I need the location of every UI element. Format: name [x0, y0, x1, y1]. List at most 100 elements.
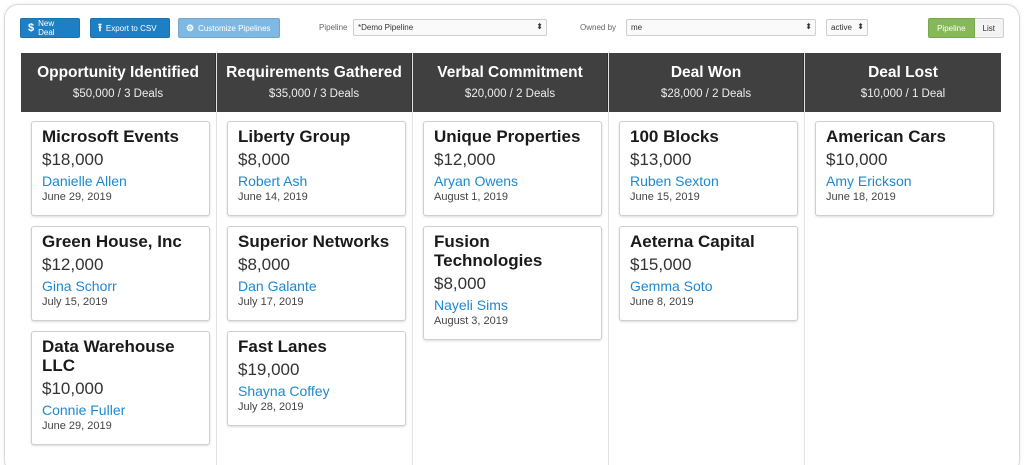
- export-csv-label: Export to CSV: [105, 23, 157, 33]
- customize-pipelines-label: Customize Pipelines: [198, 23, 271, 33]
- status-select-value: active: [831, 23, 852, 32]
- deal-owner-link[interactable]: Dan Galante: [238, 278, 395, 294]
- deal-card[interactable]: Microsoft Events $18,000 Danielle Allen …: [31, 121, 210, 216]
- deal-owner-link[interactable]: Gemma Soto: [630, 278, 787, 294]
- deal-amount: $10,000: [826, 150, 888, 169]
- column-summary: $10,000 / 1 Deal: [860, 88, 946, 100]
- deal-owner-link[interactable]: Gina Schorr: [42, 278, 199, 294]
- deal-date: July 15, 2019: [42, 296, 108, 308]
- list-view-button[interactable]: List: [974, 18, 1004, 38]
- deal-name: Microsoft Events: [42, 127, 179, 146]
- pipeline-select[interactable]: *Demo Pipeline ⬍: [353, 19, 547, 36]
- deal-amount: $12,000: [434, 150, 496, 169]
- customize-pipelines-button[interactable]: ⚙ Customize Pipelines: [178, 18, 280, 38]
- select-arrows-icon: ⬍: [536, 22, 543, 31]
- column-summary: $28,000 / 2 Deals: [660, 88, 752, 100]
- deal-owner-link[interactable]: Nayeli Sims: [434, 297, 591, 313]
- deal-card[interactable]: Data Warehouse LLC $10,000 Connie Fuller…: [31, 331, 210, 445]
- deal-name: Liberty Group: [238, 127, 351, 146]
- select-arrows-icon: ⬍: [805, 22, 812, 31]
- deal-owner-link[interactable]: Robert Ash: [238, 173, 395, 189]
- owned-by-select[interactable]: me ⬍: [626, 19, 816, 36]
- column-header: Requirements Gathered $35,000 / 3 Deals: [217, 53, 412, 112]
- pipeline-view-button[interactable]: Pipeline: [928, 18, 975, 38]
- dollar-icon: $: [28, 21, 35, 34]
- deal-card[interactable]: 100 Blocks $13,000 Ruben Sexton June 15,…: [619, 121, 798, 216]
- deal-owner-link[interactable]: Amy Erickson: [826, 173, 983, 189]
- deal-amount: $12,000: [42, 255, 104, 274]
- column-summary: $50,000 / 3 Deals: [72, 88, 164, 100]
- deal-card[interactable]: Superior Networks $8,000 Dan Galante Jul…: [227, 226, 406, 321]
- toolbar: $ New Deal ⭱ Export to CSV ⚙ Customize P…: [20, 18, 1004, 40]
- deal-owner-link[interactable]: Danielle Allen: [42, 173, 199, 189]
- deal-name: Unique Properties: [434, 127, 581, 146]
- deal-name: Data Warehouse LLC: [42, 337, 175, 375]
- new-deal-button[interactable]: $ New Deal: [20, 18, 80, 38]
- column-header: Verbal Commitment $20,000 / 2 Deals: [413, 53, 608, 112]
- column-summary: $35,000 / 3 Deals: [268, 88, 360, 100]
- column-title: Requirements Gathered: [226, 64, 402, 81]
- pipeline-column: Deal Won $28,000 / 2 Deals 100 Blocks $1…: [609, 53, 805, 465]
- column-summary: $20,000 / 2 Deals: [464, 88, 556, 100]
- deal-owner-link[interactable]: Aryan Owens: [434, 173, 591, 189]
- deal-card[interactable]: Liberty Group $8,000 Robert Ash June 14,…: [227, 121, 406, 216]
- deal-amount: $19,000: [238, 360, 300, 379]
- export-csv-button[interactable]: ⭱ Export to CSV: [90, 18, 170, 38]
- pipeline-label: Pipeline: [319, 23, 348, 32]
- pipeline-column: Verbal Commitment $20,000 / 2 Deals Uniq…: [413, 53, 609, 465]
- deal-date: August 3, 2019: [434, 315, 509, 327]
- pipeline-select-value: *Demo Pipeline: [358, 23, 414, 32]
- owned-by-label: Owned by: [580, 23, 617, 32]
- deal-date: June 29, 2019: [42, 191, 112, 203]
- pipeline-column: Opportunity Identified $50,000 / 3 Deals…: [21, 53, 217, 465]
- column-header: Deal Won $28,000 / 2 Deals: [609, 53, 804, 112]
- new-deal-label: New Deal: [38, 19, 55, 37]
- deal-name: Fusion Technologies: [434, 232, 543, 270]
- deal-date: June 15, 2019: [630, 191, 700, 203]
- select-arrows-icon: ⬍: [857, 22, 864, 31]
- status-select[interactable]: active ⬍: [826, 19, 868, 36]
- deal-amount: $8,000: [434, 274, 486, 293]
- upload-icon: ⭱: [98, 21, 102, 34]
- deal-amount: $13,000: [630, 150, 692, 169]
- deal-amount: $15,000: [630, 255, 692, 274]
- deal-name: Fast Lanes: [238, 337, 327, 356]
- deal-amount: $10,000: [42, 379, 104, 398]
- deal-name: Aeterna Capital: [630, 232, 755, 251]
- deal-date: July 28, 2019: [238, 401, 304, 413]
- column-title: Deal Won: [670, 64, 742, 81]
- deal-date: June 8, 2019: [630, 296, 694, 308]
- deal-card[interactable]: Fast Lanes $19,000 Shayna Coffey July 28…: [227, 331, 406, 426]
- deal-card[interactable]: Aeterna Capital $15,000 Gemma Soto June …: [619, 226, 798, 321]
- deal-date: July 17, 2019: [238, 296, 304, 308]
- owned-by-select-value: me: [631, 23, 643, 32]
- column-header: Deal Lost $10,000 / 1 Deal: [805, 53, 1001, 112]
- column-title: Deal Lost: [868, 64, 938, 81]
- deal-name: Green House, Inc: [42, 232, 182, 251]
- deal-owner-link[interactable]: Ruben Sexton: [630, 173, 787, 189]
- pipeline-column: Deal Lost $10,000 / 1 Deal American Cars…: [805, 53, 1001, 465]
- deal-amount: $8,000: [238, 150, 290, 169]
- deal-name: American Cars: [826, 127, 947, 146]
- column-title: Verbal Commitment: [437, 64, 583, 81]
- gear-icon: ⚙: [186, 22, 195, 33]
- pipeline-board: Opportunity Identified $50,000 / 3 Deals…: [21, 53, 1001, 465]
- deal-owner-link[interactable]: Connie Fuller: [42, 402, 199, 418]
- column-title: Opportunity Identified: [37, 64, 199, 81]
- deal-date: June 14, 2019: [238, 191, 308, 203]
- deal-date: June 18, 2019: [826, 191, 896, 203]
- deal-name: 100 Blocks: [630, 127, 719, 146]
- deal-owner-link[interactable]: Shayna Coffey: [238, 383, 395, 399]
- deal-amount: $8,000: [238, 255, 290, 274]
- deal-date: June 29, 2019: [42, 420, 112, 432]
- deal-card[interactable]: American Cars $10,000 Amy Erickson June …: [815, 121, 994, 216]
- deal-date: August 1, 2019: [434, 191, 509, 203]
- column-header: Opportunity Identified $50,000 / 3 Deals: [21, 53, 216, 112]
- view-toggle: Pipeline List: [928, 18, 1004, 38]
- deal-card[interactable]: Green House, Inc $12,000 Gina Schorr Jul…: [31, 226, 210, 321]
- pipeline-column: Requirements Gathered $35,000 / 3 Deals …: [217, 53, 413, 465]
- deal-name: Superior Networks: [238, 232, 390, 251]
- deal-amount: $18,000: [42, 150, 104, 169]
- deal-card[interactable]: Unique Properties $12,000 Aryan Owens Au…: [423, 121, 602, 216]
- deal-card[interactable]: Fusion Technologies $8,000 Nayeli Sims A…: [423, 226, 602, 340]
